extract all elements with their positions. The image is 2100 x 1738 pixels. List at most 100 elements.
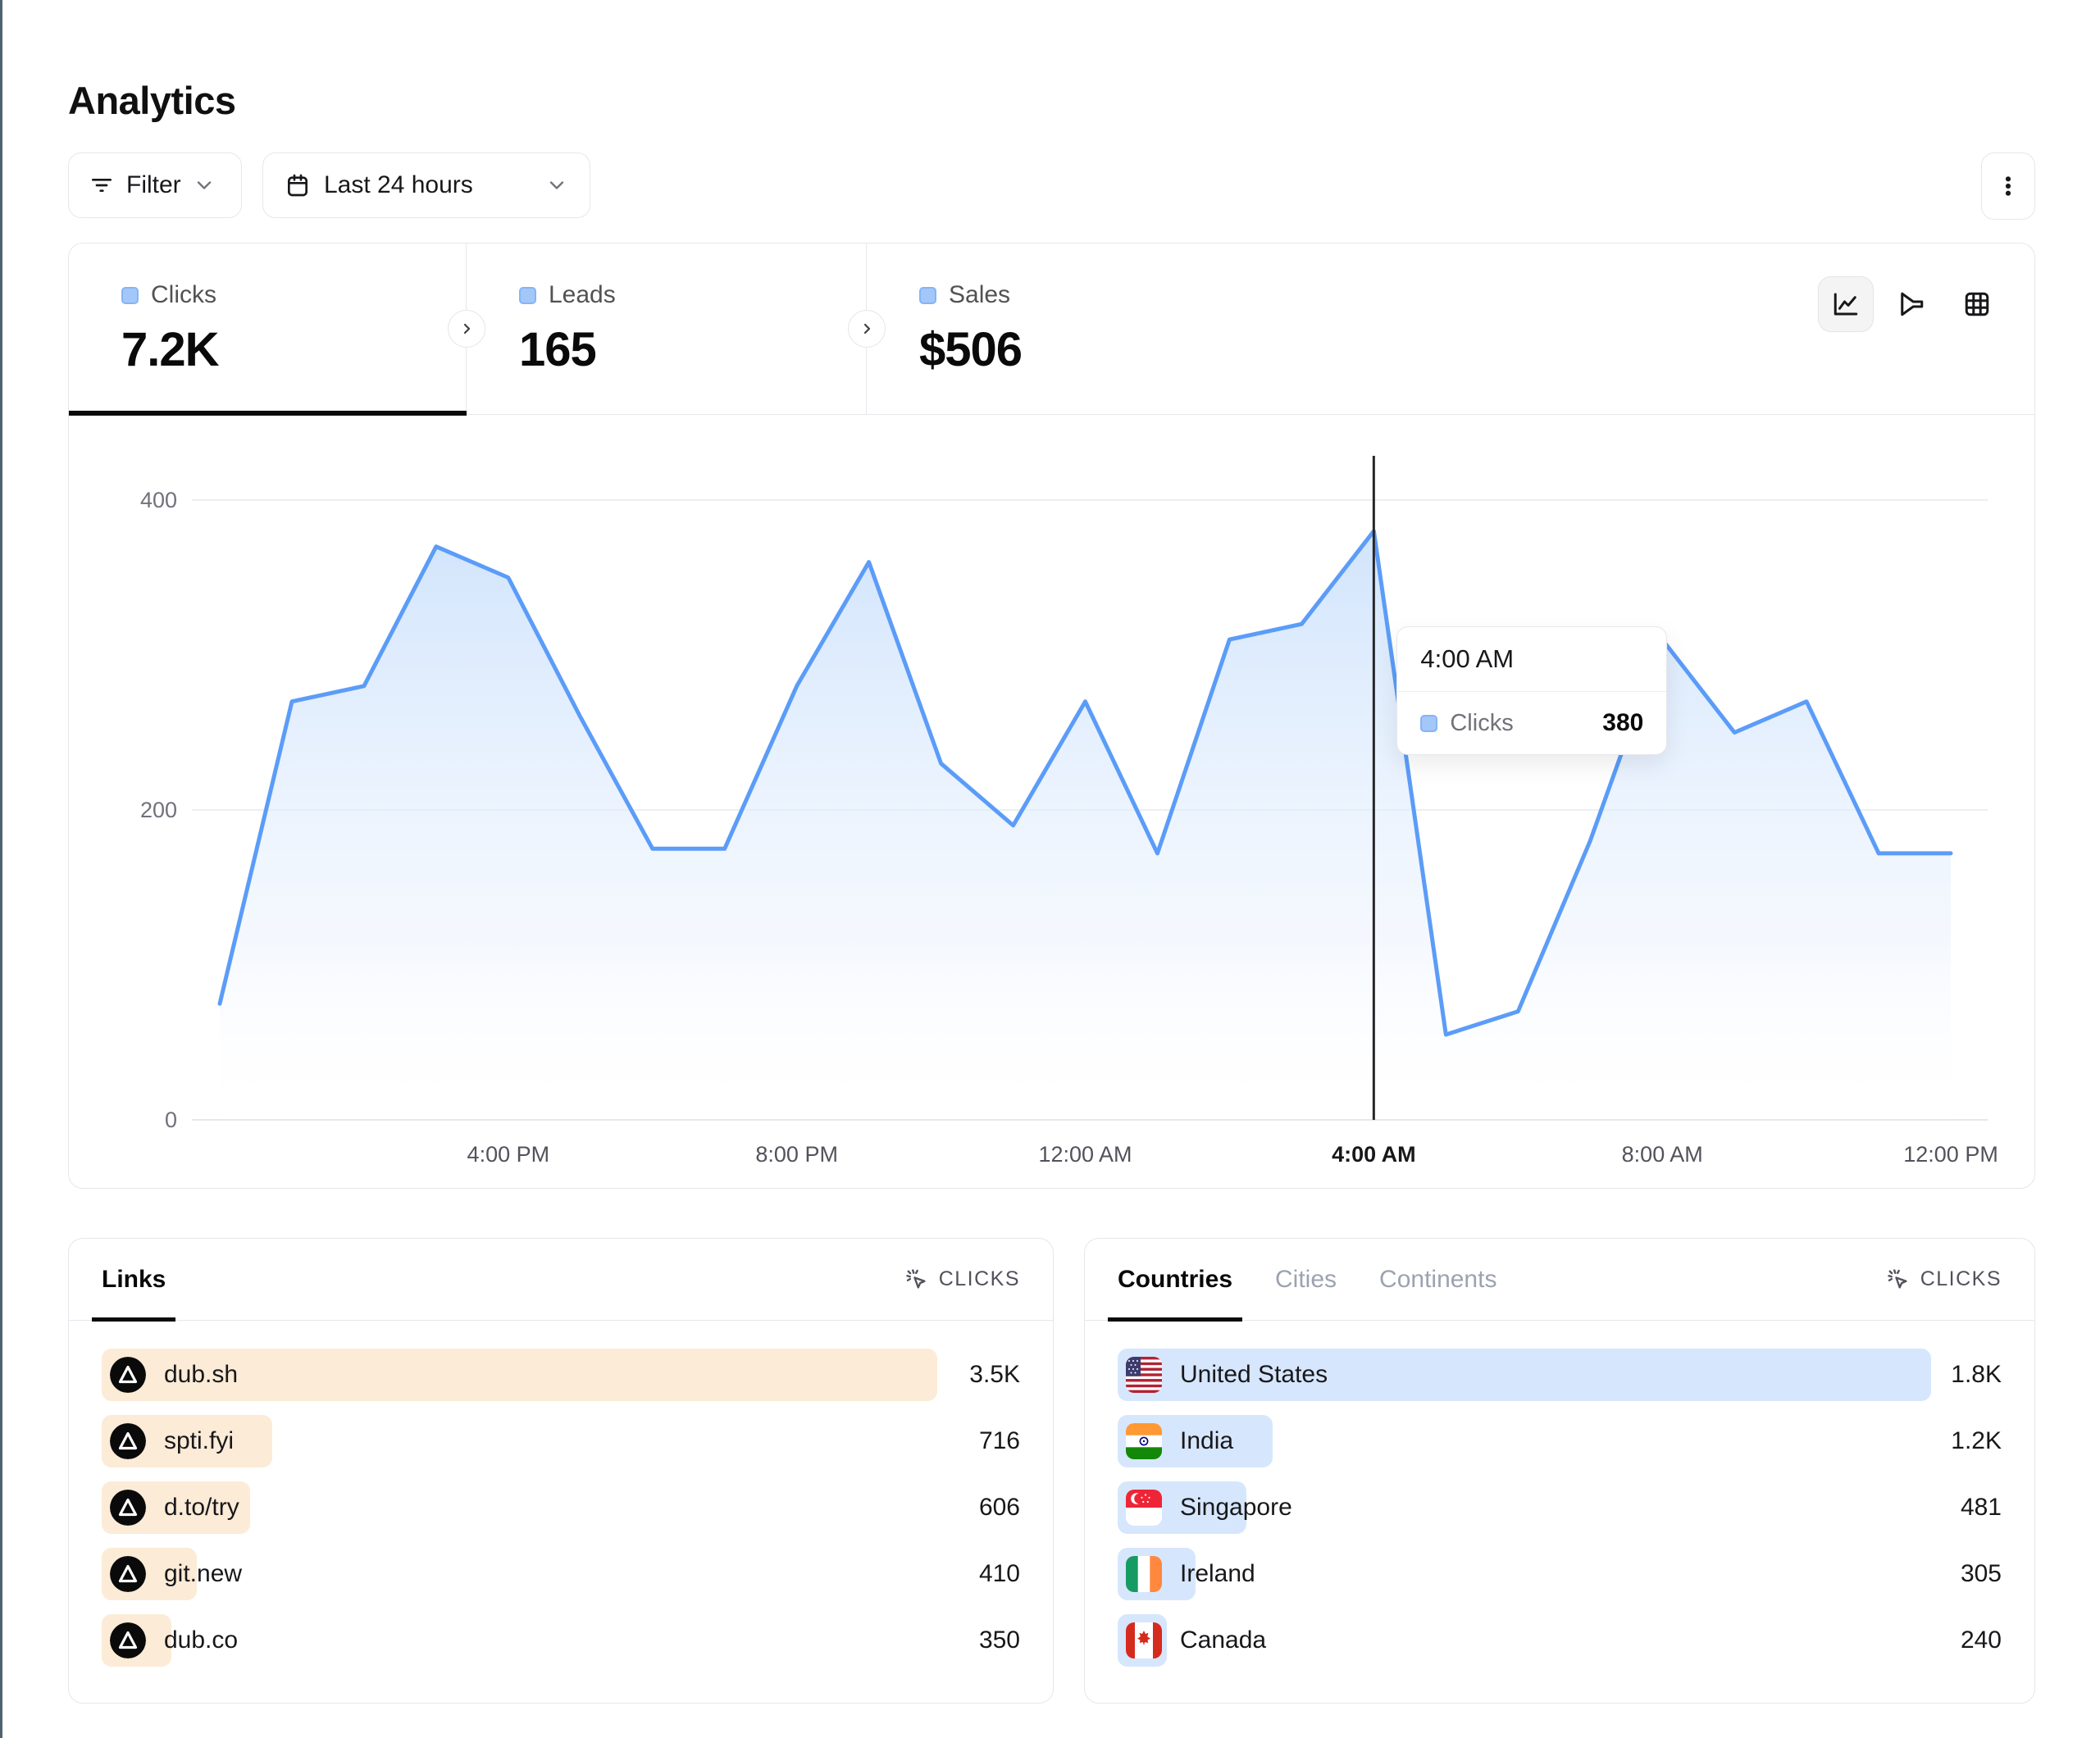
country-row-value: 481 <box>1961 1494 2002 1522</box>
link-row-label: spti.fyi <box>164 1427 234 1455</box>
tab-cities[interactable]: Cities <box>1275 1239 1337 1320</box>
svg-text:8:00 AM: 8:00 AM <box>1622 1142 1703 1167</box>
flag-us-icon <box>1126 1357 1162 1393</box>
chevron-right-icon <box>457 319 476 339</box>
flag-sg-icon <box>1126 1490 1162 1526</box>
chevron-down-icon <box>193 174 216 197</box>
svg-text:4:00 AM: 4:00 AM <box>1332 1142 1416 1167</box>
country-row[interactable]: Singapore481 <box>1118 1481 2002 1534</box>
tooltip-time: 4:00 AM <box>1397 627 1666 692</box>
svg-text:4:00 PM: 4:00 PM <box>467 1142 550 1167</box>
chevron-right-icon <box>857 319 877 339</box>
country-row[interactable]: United States1.8K <box>1118 1349 2002 1401</box>
dub-logo-icon <box>110 1490 146 1526</box>
country-row-value: 240 <box>1961 1627 2002 1654</box>
funnel-icon <box>1897 289 1926 319</box>
tab-countries[interactable]: Countries <box>1118 1239 1232 1320</box>
metric-tabs-row: Clicks 7.2K Leads 165 Sales $506 <box>69 243 2034 415</box>
more-options-button[interactable] <box>1981 152 2035 220</box>
metric-label: Leads <box>549 281 616 309</box>
clicks-area-chart: 02004004:00 PM8:00 PM12:00 AM4:00 AM8:00… <box>69 414 2036 1190</box>
dub-logo-icon <box>110 1622 146 1658</box>
chart-type-switcher <box>1818 276 2005 332</box>
svg-text:0: 0 <box>165 1108 177 1132</box>
filter-icon <box>89 172 115 198</box>
active-tab-underline <box>69 411 467 416</box>
date-range-label: Last 24 hours <box>324 171 473 199</box>
analytics-card: Clicks 7.2K Leads 165 Sales $506 <box>68 243 2035 1189</box>
link-row-value: 606 <box>979 1494 1020 1522</box>
link-row[interactable]: spti.fyi 716 <box>102 1415 1020 1467</box>
country-row-label: Ireland <box>1180 1560 1255 1588</box>
metric-label: Clicks <box>151 281 216 309</box>
dub-logo-icon <box>110 1357 146 1393</box>
link-row-value: 410 <box>979 1560 1020 1588</box>
filter-button[interactable]: Filter <box>68 152 242 218</box>
chevron-down-icon <box>545 174 568 197</box>
calendar-icon <box>285 172 311 198</box>
link-row[interactable]: d.to/try 606 <box>102 1481 1020 1534</box>
links-panel: Links CLICKS dub.sh 3.5K spti.fyi 716 d.to/t… <box>68 1238 1054 1704</box>
country-row[interactable]: India 1.2K <box>1118 1415 2002 1467</box>
countries-metric-header[interactable]: CLICKS <box>1886 1267 2002 1292</box>
sales-legend-swatch <box>919 287 936 304</box>
links-panel-title: Links <box>102 1266 166 1294</box>
country-row-value: 1.8K <box>1951 1361 2002 1389</box>
dub-logo-icon <box>110 1423 146 1459</box>
countries-tab-underline <box>1108 1317 1242 1322</box>
cursor-click-icon <box>1886 1267 1911 1292</box>
svg-text:12:00 AM: 12:00 AM <box>1038 1142 1132 1167</box>
link-row-value: 350 <box>979 1627 1020 1654</box>
flag-ca-icon <box>1126 1622 1162 1658</box>
metric-value: 7.2K <box>121 322 466 377</box>
country-row[interactable]: Ireland305 <box>1118 1548 2002 1600</box>
country-row-value: 1.2K <box>1951 1427 2002 1455</box>
date-range-button[interactable]: Last 24 hours <box>262 152 590 218</box>
page-edge-strip <box>0 0 2 1738</box>
line-chart-icon <box>1831 289 1861 319</box>
continents-tab-label: Continents <box>1379 1266 1496 1294</box>
leads-legend-swatch <box>519 287 536 304</box>
link-row-value: 3.5K <box>969 1361 1020 1389</box>
page-title: Analytics <box>68 78 235 123</box>
link-row-label: dub.sh <box>164 1361 238 1389</box>
country-row-label: India <box>1180 1427 1233 1455</box>
countries-rows: United States1.8K India 1.2K Singapore481 Ir… <box>1085 1321 2034 1667</box>
cursor-click-icon <box>904 1267 929 1292</box>
country-row[interactable]: Canada240 <box>1118 1614 2002 1667</box>
links-rows: dub.sh 3.5K spti.fyi 716 d.to/try 606 git.new 4… <box>69 1321 1053 1667</box>
metric-value: $506 <box>919 322 1267 377</box>
metric-value: 165 <box>519 322 866 377</box>
tooltip-legend-swatch <box>1420 715 1437 732</box>
countries-tab-label: Countries <box>1118 1266 1232 1294</box>
tab-continents[interactable]: Continents <box>1379 1239 1496 1320</box>
countries-panel: Countries Cities Continents CLICKS Unite… <box>1084 1238 2035 1704</box>
link-row-label: dub.co <box>164 1627 238 1654</box>
countries-metric-header-label: CLICKS <box>1920 1267 2002 1291</box>
link-row[interactable]: dub.co 350 <box>102 1614 1020 1667</box>
chart-canvas[interactable]: 02004004:00 PM8:00 PM12:00 AM4:00 AM8:00… <box>69 414 2036 1190</box>
link-row-label: d.to/try <box>164 1494 239 1522</box>
tab-clicks[interactable]: Clicks 7.2K <box>69 243 467 414</box>
tab-sales[interactable]: Sales $506 <box>867 243 1267 414</box>
svg-text:8:00 PM: 8:00 PM <box>755 1142 838 1167</box>
expand-metric-button[interactable] <box>848 310 886 348</box>
link-row-value: 716 <box>979 1427 1020 1455</box>
table-view-button[interactable] <box>1949 276 2005 332</box>
links-metric-header-label: CLICKS <box>939 1267 1020 1291</box>
tab-links[interactable]: Links <box>102 1239 166 1320</box>
link-row[interactable]: dub.sh 3.5K <box>102 1349 1020 1401</box>
table-grid-icon <box>1962 289 1992 319</box>
tooltip-value: 380 <box>1602 709 1643 737</box>
link-row[interactable]: git.new 410 <box>102 1548 1020 1600</box>
tab-leads[interactable]: Leads 165 <box>467 243 867 414</box>
links-metric-header[interactable]: CLICKS <box>904 1267 1020 1292</box>
filter-button-label: Filter <box>126 171 181 199</box>
expand-metric-button[interactable] <box>448 310 485 348</box>
vertical-ellipsis-icon <box>1995 173 2021 199</box>
line-chart-view-button[interactable] <box>1818 276 1874 332</box>
flag-in-icon <box>1126 1423 1162 1459</box>
funnel-view-button[interactable] <box>1884 276 1939 332</box>
link-row-label: git.new <box>164 1560 242 1588</box>
chart-tooltip: 4:00 AM Clicks 380 <box>1396 626 1667 755</box>
